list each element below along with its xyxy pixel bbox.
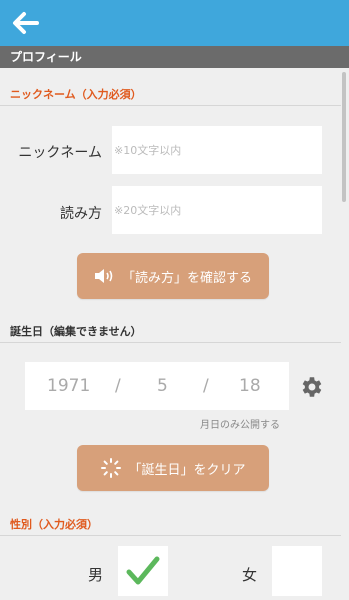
gender-female-checkbox[interactable] [272,546,322,596]
gender-female-label: 女 [242,566,258,584]
divider [0,342,341,343]
birthday-day: 18 [239,376,261,396]
date-separator: / [115,376,121,396]
arrow-left-icon [13,12,39,34]
confirm-reading-button[interactable]: 「読み方」を確認する [77,253,269,299]
divider [0,105,341,106]
speaker-icon [94,269,113,283]
birthday-settings-button[interactable] [298,374,324,400]
date-separator: / [203,376,209,396]
clear-birthday-label: 「誕生日」をクリア [128,462,246,478]
nickname-heading: ニックネーム（入力必須） [10,88,142,101]
profile-section-title: プロフィール [0,46,349,68]
gender-heading: 性別（入力必須） [10,518,98,531]
spinner-icon [101,458,122,478]
birthday-field: 1971 / 5 / 18 [25,362,289,410]
nickname-label: ニックネーム [18,145,102,161]
birthday-month: 5 [157,376,168,396]
reading-label: 読み方 [60,206,102,222]
top-bar [0,0,349,46]
gender-male-checkbox[interactable] [118,546,168,596]
checkmark-icon [126,556,160,585]
gender-male-label: 男 [88,566,104,584]
back-button[interactable] [10,9,40,37]
scrollbar[interactable] [342,72,346,202]
visibility-note[interactable]: 月日のみ公開する [200,416,280,431]
divider [0,535,341,536]
nickname-input[interactable] [112,126,322,174]
birthday-year: 1971 [47,376,91,396]
reading-input[interactable] [112,186,322,234]
clear-birthday-button[interactable]: 「誕生日」をクリア [77,445,269,491]
confirm-reading-label: 「読み方」を確認する [121,270,252,286]
gear-icon [302,377,322,397]
birthday-heading: 誕生日（編集できません） [10,325,142,338]
